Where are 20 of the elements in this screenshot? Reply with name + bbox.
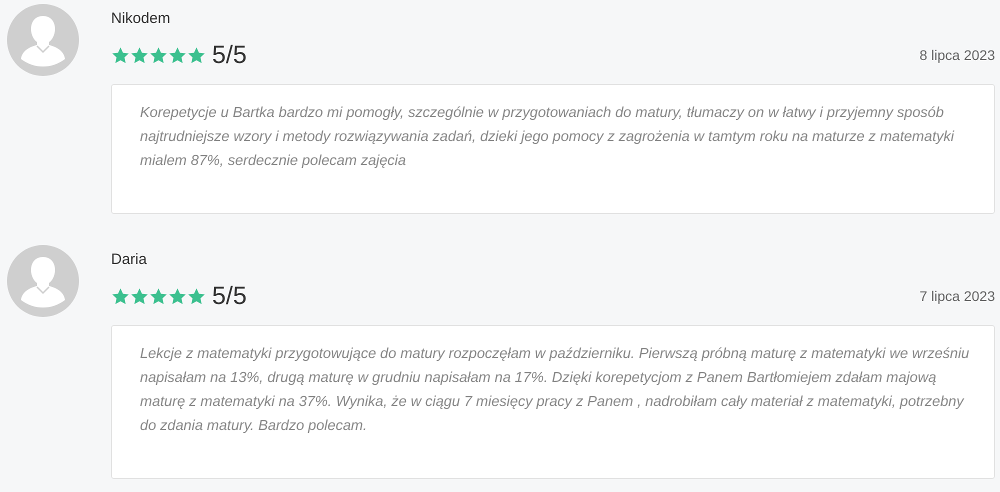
star-icon (130, 286, 149, 306)
star-icon (149, 286, 168, 306)
star-icon (168, 46, 187, 64)
star-icon (111, 286, 130, 306)
star-icon (187, 46, 206, 64)
star-icon (130, 46, 149, 64)
star-icon (111, 46, 130, 64)
star-icon (187, 286, 206, 306)
star-icon (149, 46, 168, 64)
avatar-icon (7, 245, 79, 317)
rating-score: 5/5 (212, 281, 247, 311)
rating-score: 5/5 (212, 40, 247, 70)
star-icon (168, 286, 187, 306)
review-date: 7 lipca 2023 (919, 286, 995, 306)
review-date: 8 lipca 2023 (919, 46, 995, 65)
review-text: Lekcje z matematyki przygotowujące do matury rozpoczęłam w październiku. Pierwszą próbną maturę z matematyki we wrześniu napisałam na 13%, drugą maturę w grudniu napisałam na 17%. Dzięki korepetycjom z Panem Bartłomiejem zdałam majową maturę z matematyki na 37%. Wynika, że w ciągu 7 miesięcy pracy z Panem , nadrobiłam cały materiał z matematyki, potrzebny do zdania matury. Bardzo polecam. (140, 345, 970, 436)
review-text: Korepetycje u Bartka bardzo mi pomogły, szczególnie w przygotowaniach do matury, tłumaczy on w łatwy i przyjemny sposób najtrudniejsze wzory i metody rozwiązywania zadań, dzieki jego pomocy z zagrożenia w tamtym roku na maturze z matematyki mialem 87%, serdecznie polecam zajęcia (140, 104, 956, 171)
author-name: Daria (111, 250, 148, 270)
author-name: Nikodem (111, 9, 172, 29)
avatar-icon (7, 4, 79, 76)
